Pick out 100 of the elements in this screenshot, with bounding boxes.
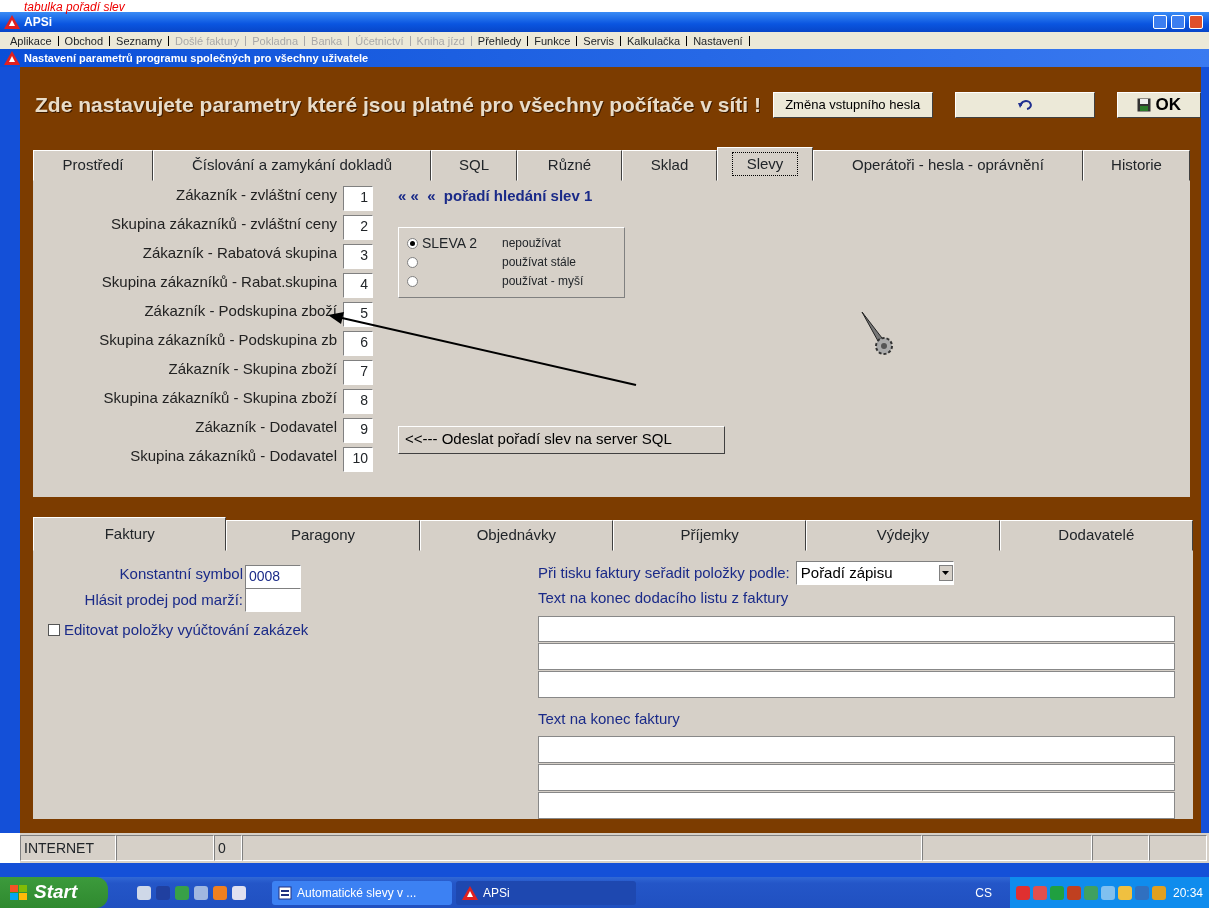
text-line-field[interactable]: [538, 736, 1175, 764]
field-label: Zákazník - Rabatová skupina: [142, 243, 337, 264]
undo-icon: [1018, 100, 1033, 110]
radio-label: nepoužívat: [502, 235, 561, 252]
sort-dropdown[interactable]: Pořadí zápisu: [795, 561, 954, 585]
field-label: Zákazník - zvláštní ceny: [176, 185, 337, 206]
undo-button[interactable]: [954, 92, 1096, 118]
tab[interactable]: Dodavatelé: [999, 520, 1193, 551]
radio-label: používat stále: [502, 254, 577, 271]
dialog-title: Nastavení parametrů programu společných pro všechny uživatele: [24, 50, 369, 66]
tab[interactable]: Historie: [1083, 150, 1190, 181]
order-field[interactable]: 10: [343, 447, 373, 472]
status-cell: [1092, 835, 1149, 861]
language-indicator[interactable]: CS: [975, 883, 992, 902]
taskbar-button[interactable]: APSi: [456, 880, 636, 905]
menu-item[interactable]: Kalkulačka: [620, 35, 688, 46]
order-field[interactable]: 3: [343, 244, 373, 269]
field-label: Skupina zákazníků - Dodavatel: [130, 446, 337, 467]
text-line-field[interactable]: [538, 792, 1175, 819]
change-password-button[interactable]: Změna vstupního hesla: [772, 92, 933, 118]
tab[interactable]: Faktury: [33, 517, 227, 551]
radio-button[interactable]: [407, 237, 418, 249]
start-button[interactable]: Start: [0, 877, 108, 908]
tab[interactable]: Různé: [517, 150, 622, 181]
field-label: Zákazník - Podskupina zboží: [144, 301, 337, 322]
tab[interactable]: Příjemky: [613, 520, 807, 551]
close-button[interactable]: [1189, 15, 1203, 29]
quick-launch-icon[interactable]: [194, 885, 208, 900]
quick-launch-icon[interactable]: [232, 885, 246, 900]
annotation-text: tabulka pořadí slev: [24, 0, 125, 14]
menu-item[interactable]: Seznamy: [110, 35, 169, 46]
tab[interactable]: Slevy: [717, 147, 813, 181]
order-field[interactable]: 2: [343, 215, 373, 240]
window-title: APSi: [24, 14, 52, 31]
minimize-button[interactable]: [1153, 15, 1167, 29]
field-label: Skupina zákazníků - zvláštní ceny: [111, 214, 337, 235]
radio-button[interactable]: [407, 275, 418, 287]
field-label: Při tisku faktury seřadit položky podle:: [538, 562, 790, 583]
menu-item[interactable]: Aplikace: [4, 35, 59, 46]
margin-field[interactable]: [245, 588, 301, 612]
app-logo-icon: [4, 51, 20, 65]
menu-item[interactable]: Servis: [577, 35, 621, 46]
text-line-field[interactable]: [538, 615, 1175, 643]
windows-flag-icon: [10, 884, 28, 901]
document-icon: [278, 885, 292, 900]
text-line-field[interactable]: [538, 643, 1175, 671]
tab[interactable]: Objednávky: [419, 520, 613, 551]
status-cell: 0: [214, 835, 242, 861]
maximize-button[interactable]: [1171, 15, 1185, 29]
order-field[interactable]: 9: [343, 418, 373, 443]
field-label: Zákazník - Dodavatel: [195, 417, 337, 438]
tab[interactable]: Číslování a zamykání dokladů: [153, 150, 431, 181]
field-label: Text na konec faktury: [538, 709, 681, 729]
ok-button[interactable]: OK: [1117, 92, 1201, 118]
order-field[interactable]: 6: [343, 331, 373, 356]
send-order-button[interactable]: <<--- Odeslat pořadí slev na server SQL: [398, 425, 725, 454]
app-logo-icon: [4, 15, 20, 29]
constant-symbol-field[interactable]: 0008: [245, 565, 301, 589]
field-label: Text na konec dodacího listu z faktury: [538, 588, 790, 608]
tab[interactable]: Paragony: [226, 520, 420, 551]
quick-launch-icon[interactable]: [137, 885, 151, 900]
menu-item[interactable]: Nastavení: [687, 35, 750, 46]
order-field[interactable]: 4: [343, 273, 373, 298]
field-label: Skupina zákazníků - Skupina zboží: [103, 388, 337, 409]
status-cell: [1149, 835, 1207, 861]
radio-button[interactable]: [407, 256, 418, 268]
order-field[interactable]: 1: [343, 186, 373, 211]
status-cell: INTERNET: [20, 835, 116, 861]
quick-launch-icon[interactable]: [213, 885, 227, 900]
save-icon: [1137, 98, 1152, 112]
clock: 20:34: [1172, 884, 1203, 902]
menu-item[interactable]: Obchod: [58, 35, 111, 46]
field-label: Skupina zákazníků - Rabat.skupina: [101, 272, 337, 293]
checkbox[interactable]: [48, 624, 60, 637]
tab[interactable]: Operátoři - hesla - oprávnění: [813, 150, 1083, 181]
tab[interactable]: Prostředí: [33, 150, 153, 181]
tab[interactable]: SQL: [431, 150, 517, 181]
order-field[interactable]: 5: [343, 302, 373, 327]
field-label: Hlásit prodej pod marží:: [84, 589, 243, 610]
field-label: Konstantní symbol: [119, 563, 243, 584]
tray-icon[interactable]: [1117, 885, 1132, 900]
group-label: SLEVA 2: [422, 233, 478, 253]
dialog-heading: Zde nastavujete parametry které jsou platné pro všechny počítače v síti !: [35, 92, 762, 118]
text-line-field[interactable]: [538, 764, 1175, 792]
tab[interactable]: Sklad: [622, 150, 717, 181]
taskbar-button[interactable]: Automatické slevy v ...: [272, 880, 452, 905]
field-label: Skupina zákazníků - Podskupina zb: [99, 330, 337, 351]
order-field[interactable]: 8: [343, 389, 373, 414]
field-label: Zákazník - Skupina zboží: [168, 359, 337, 380]
checkbox-label: Editovat položky vyúčtování zakázek: [64, 620, 309, 640]
order-field[interactable]: 7: [343, 360, 373, 385]
tab[interactable]: Výdejky: [806, 520, 1000, 551]
section-title: « « « pořadí hledání slev 1: [398, 186, 594, 206]
menu-item[interactable]: Funkce: [528, 35, 578, 46]
app-logo-icon: [462, 885, 478, 900]
pointer-icon: [861, 311, 893, 355]
text-line-field[interactable]: [538, 671, 1175, 699]
menu-item[interactable]: Přehledy: [471, 35, 529, 46]
radio-label: používat - myší: [502, 273, 584, 290]
tray-icon[interactable]: [1100, 885, 1115, 900]
